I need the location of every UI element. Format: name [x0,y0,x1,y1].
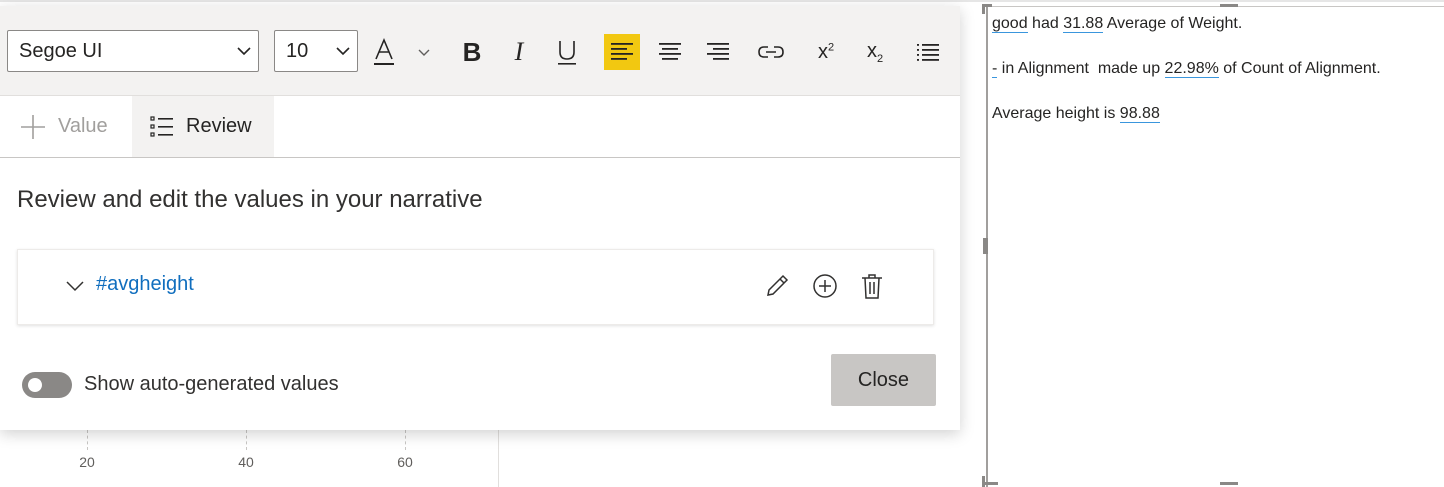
align-left-button[interactable] [604,34,640,70]
superscript-icon: x2 [817,40,835,63]
chevron-down-icon [237,47,251,56]
align-right-icon [707,43,729,60]
subscript-icon: x2 [866,39,884,65]
italic-icon: I [514,37,524,66]
review-list-icon [150,115,173,137]
auto-generated-toggle-label: Show auto-generated values [84,373,339,395]
narrative-dynamic-value[interactable]: 98.88 [1119,105,1160,123]
narrative-line: - in Alignment made up 22.98% of Count o… [992,59,1432,79]
chart-divider [498,420,499,487]
link-icon [758,46,784,58]
format-toolbar: Segoe UI 10 B I x2 x2 [0,6,960,96]
resize-handle[interactable] [1220,4,1238,7]
underline-button[interactable] [549,34,585,70]
narrative-text[interactable]: good had 31.88 Average of Weight. - in Al… [992,14,1432,149]
axis-tick-label: 40 [238,454,254,470]
plus-icon [21,114,45,139]
narrative-dynamic-value[interactable]: good [992,15,1028,33]
close-button[interactable]: Close [831,354,936,406]
narrative-static-text: Average height is [992,105,1120,122]
narrative-static-text: in Alignment made up [997,60,1165,77]
value-name-link[interactable]: #avgheight [96,273,194,296]
align-center-button[interactable] [652,34,688,70]
superscript-button[interactable]: x2 [808,34,844,70]
font-family-select[interactable]: Segoe UI [7,30,259,72]
narrative-static-text: had [1027,15,1064,32]
font-color-dropdown[interactable] [410,34,438,70]
chevron-down-icon [336,47,350,56]
align-left-icon [611,43,633,60]
font-color-button[interactable] [366,34,402,70]
align-right-button[interactable] [700,34,736,70]
bold-button[interactable]: B [454,34,490,70]
value-card: #avgheight [17,249,934,325]
axis-tick [405,430,406,450]
narrative-line: Average height is 98.88 [992,104,1432,124]
subscript-button[interactable]: x2 [857,34,893,70]
axis-tick [246,430,247,450]
delete-icon[interactable] [858,272,886,300]
font-size-value: 10 [286,40,309,62]
chevron-down-icon [418,49,430,56]
list-icon [917,44,939,61]
chevron-down-icon[interactable] [66,280,84,292]
tab-value-label: Value [58,115,108,137]
narrative-dynamic-value[interactable]: 31.88 [1063,15,1104,33]
editor-tabs: Value Review [0,96,960,158]
axis-tick-label: 60 [397,454,413,470]
narrative-line: good had 31.88 Average of Weight. [992,14,1432,34]
narrative-editor-dialog: Segoe UI 10 B I x2 x2 Value Review Revie… [0,6,960,430]
canvas-top-border [0,0,1444,2]
font-color-icon [374,37,394,65]
tab-value[interactable]: Value [0,96,132,157]
narrative-dynamic-value[interactable]: 22.98% [1164,60,1219,78]
add-circle-icon[interactable] [811,272,839,300]
font-family-value: Segoe UI [19,40,103,62]
edit-icon[interactable] [763,272,791,300]
bullet-list-button[interactable] [910,34,946,70]
bold-icon: B [462,36,482,67]
axis-tick-label: 20 [79,454,95,470]
resize-handle[interactable] [982,482,998,485]
font-size-select[interactable]: 10 [274,30,358,72]
link-button[interactable] [753,34,789,70]
resize-handle[interactable] [982,4,985,14]
narrative-static-text: Average of Weight. [1103,15,1243,32]
toggle-knob [28,378,42,392]
narrative-static-text: of Count of Alignment. [1218,60,1381,77]
tab-review-label: Review [186,115,252,137]
review-heading: Review and edit the values in your narra… [17,186,483,213]
resize-handle[interactable] [1220,482,1238,485]
underline-icon [558,41,576,65]
resize-handle[interactable] [983,238,988,254]
axis-tick [87,430,88,450]
align-center-icon [659,43,681,60]
italic-button[interactable]: I [501,34,537,70]
auto-generated-toggle[interactable] [22,372,72,398]
tab-review[interactable]: Review [132,96,274,157]
